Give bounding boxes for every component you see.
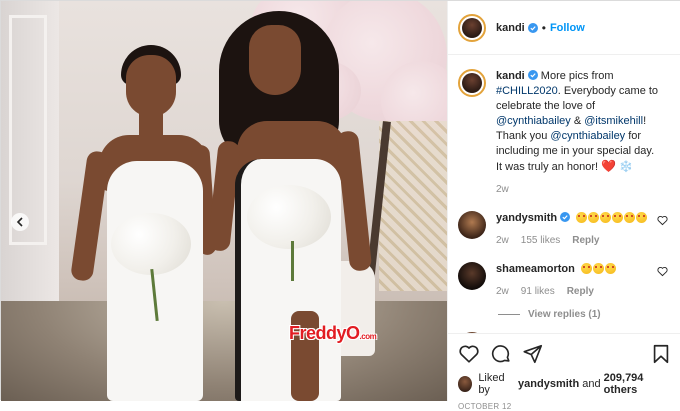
chevron-left-icon — [16, 217, 23, 227]
heart-eyes-emoji-group — [576, 212, 648, 224]
post-actions: Liked by yandysmith and 209,794 others O… — [448, 333, 680, 411]
timestamp: 2w — [496, 286, 509, 297]
mention-link[interactable]: @cynthiabailey — [496, 115, 571, 127]
mention-link[interactable]: @itsmikehill — [584, 115, 643, 127]
separator-dot: • — [541, 20, 546, 35]
comment: yandysmith 2w 155 likes Reply — [458, 211, 672, 248]
view-replies-label: View replies (1) — [528, 309, 601, 320]
mention-link[interactable]: @cynthiabailey — [550, 130, 625, 142]
caption-meta: 2w — [496, 182, 660, 197]
reply-button[interactable]: Reply — [572, 235, 599, 246]
reply-button[interactable]: Reply — [567, 286, 594, 297]
post-header: kandi • Follow — [448, 1, 680, 55]
likes-prefix: Liked by — [478, 372, 505, 396]
avatar[interactable] — [458, 13, 486, 42]
divider — [498, 314, 520, 315]
avatar[interactable] — [458, 211, 486, 239]
lattice-screen — [379, 121, 447, 291]
comments-list[interactable]: kandi More pics from #CHILL2020. Everybo… — [448, 55, 680, 333]
caption-text: More pics from — [537, 70, 614, 82]
post-date[interactable]: OCTOBER 12 — [458, 402, 672, 411]
view-replies-button[interactable]: View replies (1) — [498, 309, 672, 320]
timestamp: 2w — [496, 235, 509, 246]
avatar[interactable] — [458, 376, 473, 392]
comment-likes[interactable]: 155 likes — [521, 235, 560, 246]
comment-icon[interactable] — [490, 343, 512, 365]
heart-icon[interactable] — [657, 215, 668, 226]
avatar[interactable] — [458, 262, 486, 290]
follow-button[interactable]: Follow — [550, 22, 585, 34]
comment-username[interactable]: yandysmith — [496, 212, 557, 224]
caption-text: & — [570, 115, 585, 127]
author-username[interactable]: kandi — [496, 22, 525, 34]
heart-icon[interactable] — [458, 343, 480, 365]
carousel-prev-button[interactable] — [11, 213, 29, 231]
comment-body: yandysmith 2w 155 likes Reply — [496, 211, 660, 248]
avatar[interactable] — [458, 69, 486, 97]
red-heart-emoji: ❤️ — [601, 159, 617, 173]
likes-count[interactable]: 209,794 others — [604, 372, 672, 396]
share-icon[interactable] — [522, 343, 544, 365]
comment-body: shameamorton 2w 91 likes Reply — [496, 262, 660, 299]
verified-icon — [560, 212, 571, 222]
heart-icon[interactable] — [657, 266, 668, 277]
verified-icon — [527, 22, 538, 33]
bouquet-stems — [291, 241, 294, 281]
action-icons — [458, 342, 672, 366]
likes-summary: Liked by yandysmith and 209,794 others — [458, 372, 672, 396]
comment-username[interactable]: shameamorton — [496, 263, 575, 275]
wall-molding — [9, 15, 47, 245]
bouquet-left — [111, 213, 191, 275]
caption: kandi More pics from #CHILL2020. Everybo… — [458, 69, 672, 197]
comment-meta: 2w 155 likes Reply — [496, 233, 660, 248]
liker-username[interactable]: yandysmith — [518, 378, 579, 390]
verified-icon — [527, 70, 538, 80]
likes-middle: and — [582, 378, 601, 390]
heart-eyes-emoji-group — [580, 263, 617, 275]
comment-meta: 2w 91 likes Reply — [496, 284, 660, 299]
wall-panel-left — [1, 1, 59, 301]
post-photo[interactable]: FreddyO.com — [1, 1, 447, 401]
post-side-panel: kandi • Follow kandi More pics from #CHI… — [447, 1, 680, 411]
instagram-post: FreddyO.com kandi • Follow kandi More pi… — [0, 0, 680, 411]
comment: shameamorton 2w 91 likes Reply — [458, 262, 672, 299]
timestamp: 2w — [496, 184, 509, 195]
bookmark-icon[interactable] — [650, 343, 672, 365]
caption-body: kandi More pics from #CHILL2020. Everybo… — [496, 69, 660, 197]
snowflake-emoji: ❄️ — [619, 161, 633, 173]
watermark: FreddyO.com — [289, 323, 377, 343]
comment-likes[interactable]: 91 likes — [521, 286, 555, 297]
bouquet-right — [247, 185, 331, 249]
caption-username[interactable]: kandi — [496, 70, 525, 82]
hashtag-link[interactable]: #CHILL2020 — [496, 85, 558, 97]
